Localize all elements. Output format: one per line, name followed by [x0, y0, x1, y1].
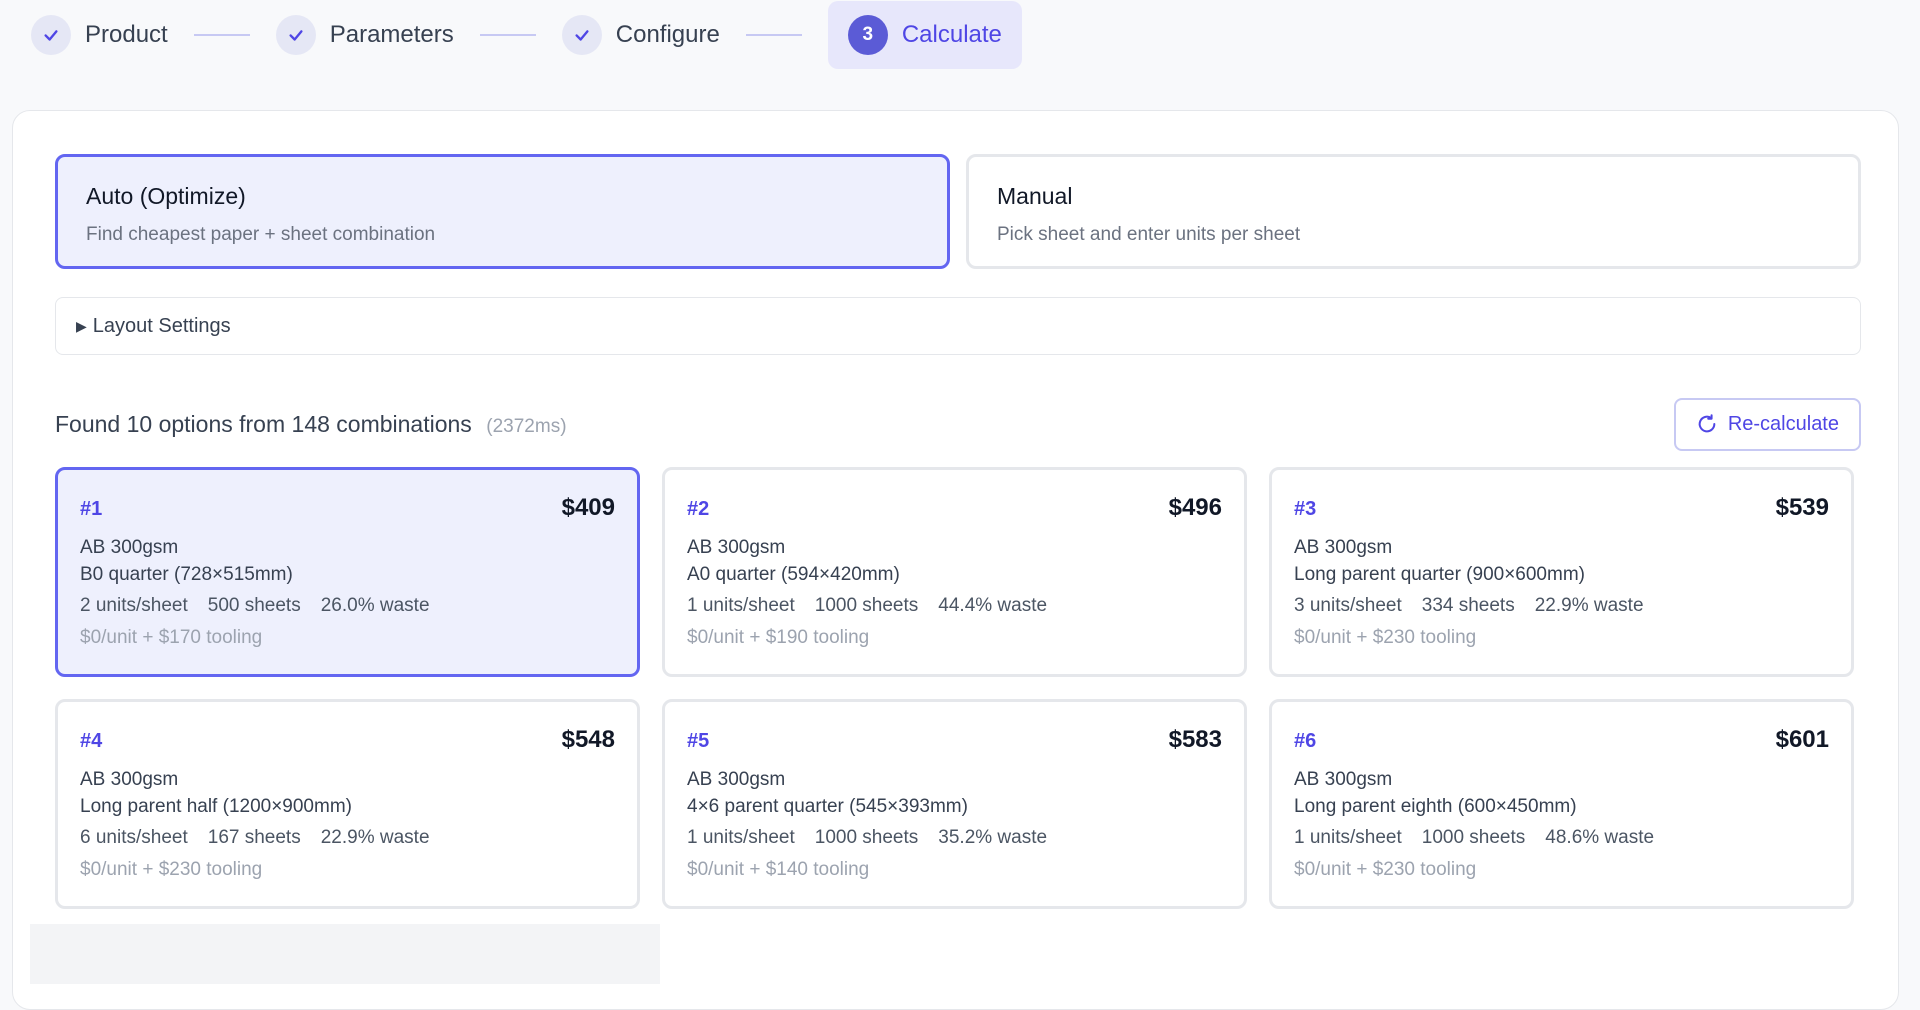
option-units: 3 units/sheet — [1294, 595, 1402, 616]
option-sheet: Long parent quarter (900×600mm) — [1294, 564, 1585, 585]
check-icon — [31, 15, 71, 55]
mode-description: Find cheapest paper + sheet combination — [86, 224, 436, 245]
option-waste: 44.4% waste — [938, 595, 1048, 616]
calculate-panel: Auto (Optimize) Find cheapest paper + sh… — [12, 110, 1899, 1010]
option-units: 1 units/sheet — [1294, 827, 1402, 848]
option-paper: AB 300gsm — [80, 769, 179, 790]
option-paper: AB 300gsm — [1294, 769, 1393, 790]
option-sheets: 334 sheets — [1421, 595, 1515, 616]
mode-manual-option[interactable]: Manual Pick sheet and enter units per sh… — [966, 154, 1861, 269]
step-label: Parameters — [329, 21, 454, 48]
option-price: $409 — [561, 494, 615, 521]
option-sheets: 1000 sheets — [814, 827, 919, 848]
option-paper: AB 300gsm — [80, 537, 179, 558]
mode-selector: Auto (Optimize) Find cheapest paper + sh… — [55, 154, 1861, 269]
results-summary: Found 10 options from 148 combinations — [55, 410, 472, 437]
mode-auto-option[interactable]: Auto (Optimize) Find cheapest paper + sh… — [55, 154, 950, 269]
check-icon — [275, 15, 316, 55]
option-rank: #3 — [1294, 498, 1317, 520]
refresh-icon — [1698, 414, 1716, 433]
footer-placeholder — [30, 924, 660, 984]
option-price: $601 — [1775, 726, 1829, 753]
step-connector — [479, 34, 536, 36]
option-price: $548 — [561, 726, 615, 753]
option-rank: #6 — [1294, 730, 1317, 752]
mode-title: Manual — [997, 183, 1073, 209]
option-units: 1 units/sheet — [687, 595, 795, 616]
option-sheets: 1000 sheets — [1421, 827, 1526, 848]
option-card[interactable]: #6 $601 AB 300gsm Long parent eighth (60… — [1269, 699, 1854, 909]
option-sheet: B0 quarter (728×515mm) — [80, 564, 293, 585]
option-rank: #4 — [80, 730, 103, 752]
option-units: 1 units/sheet — [687, 827, 795, 848]
option-sheet: 4×6 parent quarter (545×393mm) — [687, 796, 968, 817]
option-sheet: Long parent half (1200×900mm) — [80, 796, 352, 817]
option-price: $583 — [1168, 726, 1222, 753]
results-time: (2372ms) — [486, 415, 567, 437]
step-configure[interactable]: Configure — [561, 1, 720, 69]
option-waste: 48.6% waste — [1545, 827, 1655, 848]
option-rank: #1 — [80, 498, 103, 520]
options-grid: #1 $409 AB 300gsm B0 quarter (728×515mm)… — [55, 467, 1861, 909]
triangle-right-icon: ▶ — [76, 317, 87, 334]
option-paper: AB 300gsm — [687, 769, 786, 790]
option-sheets: 500 sheets — [207, 595, 301, 616]
step-label: Configure — [615, 21, 720, 48]
step-connector — [193, 34, 250, 36]
layout-settings-toggle[interactable]: ▶ Layout Settings — [55, 297, 1861, 355]
step-connector — [745, 34, 802, 36]
option-paper: AB 300gsm — [1294, 537, 1393, 558]
option-cost: $0/unit + $230 tooling — [1294, 627, 1477, 648]
option-units: 6 units/sheet — [80, 827, 188, 848]
results-summary-line: Found 10 options from 148 combinations (… — [55, 411, 567, 438]
mode-title: Auto (Optimize) — [86, 183, 246, 209]
step-parameters[interactable]: Parameters — [275, 1, 454, 69]
option-cost: $0/unit + $140 tooling — [687, 859, 870, 880]
option-sheet: Long parent eighth (600×450mm) — [1294, 796, 1577, 817]
option-waste: 26.0% waste — [320, 595, 430, 616]
option-paper: AB 300gsm — [687, 537, 786, 558]
option-units: 2 units/sheet — [80, 595, 188, 616]
option-sheet: A0 quarter (594×420mm) — [687, 564, 900, 585]
step-label: Product — [85, 21, 168, 48]
recalculate-button[interactable]: Re-calculate — [1673, 397, 1861, 451]
option-rank: #2 — [687, 498, 710, 520]
option-cost: $0/unit + $190 tooling — [687, 627, 870, 648]
option-cost: $0/unit + $230 tooling — [80, 859, 263, 880]
step-calculate[interactable]: 3 Calculate — [827, 1, 1022, 69]
option-card[interactable]: #5 $583 AB 300gsm 4×6 parent quarter (54… — [662, 699, 1247, 909]
step-product[interactable]: Product — [31, 1, 168, 69]
step-number: 3 — [847, 15, 888, 55]
recalculate-label: Re-calculate — [1727, 412, 1839, 435]
option-cost: $0/unit + $170 tooling — [80, 627, 263, 648]
step-label: Calculate — [901, 21, 1002, 48]
option-cost: $0/unit + $230 tooling — [1294, 859, 1477, 880]
option-sheets: 1000 sheets — [814, 595, 919, 616]
option-waste: 22.9% waste — [1534, 595, 1644, 616]
mode-description: Pick sheet and enter units per sheet — [997, 224, 1301, 245]
option-price: $496 — [1168, 494, 1222, 521]
option-card[interactable]: #3 $539 AB 300gsm Long parent quarter (9… — [1269, 467, 1854, 677]
option-card[interactable]: #4 $548 AB 300gsm Long parent half (1200… — [55, 699, 640, 909]
option-sheets: 167 sheets — [207, 827, 301, 848]
option-card[interactable]: #2 $496 AB 300gsm A0 quarter (594×420mm)… — [662, 467, 1247, 677]
check-icon — [561, 15, 602, 55]
option-waste: 35.2% waste — [938, 827, 1048, 848]
results-header: Found 10 options from 148 combinations (… — [55, 397, 1861, 451]
stepper: Product Parameters Configure 3 Calculate — [31, 0, 1022, 70]
option-price: $539 — [1775, 494, 1829, 521]
layout-settings-label: Layout Settings — [92, 314, 231, 337]
option-rank: #5 — [687, 730, 710, 752]
option-card[interactable]: #1 $409 AB 300gsm B0 quarter (728×515mm)… — [55, 467, 640, 677]
option-waste: 22.9% waste — [320, 827, 430, 848]
